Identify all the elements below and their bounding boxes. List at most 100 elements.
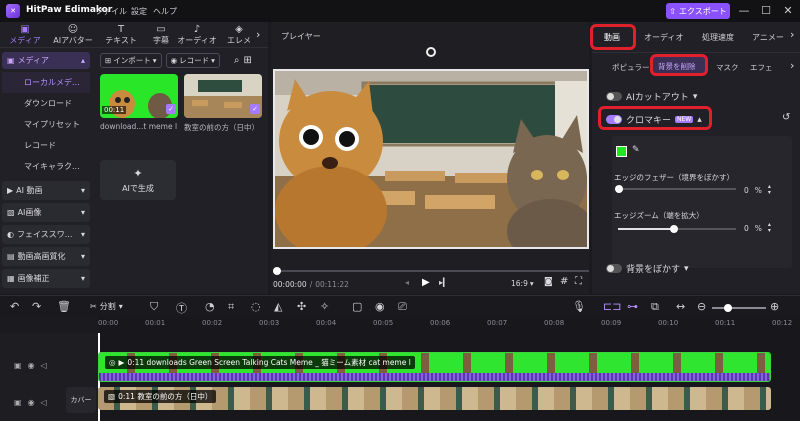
screen-record-icon[interactable]: ⎚ <box>398 300 407 314</box>
sidebar-item-download[interactable]: ダウンロード <box>2 93 90 114</box>
split-button[interactable]: ✂ 分割 ▾ <box>90 301 123 312</box>
video-preview[interactable] <box>273 69 589 249</box>
sidebar-group-media[interactable]: ▣ メディア ▴ <box>2 52 90 69</box>
tab-ai-avatar[interactable]: ☺ AIアバター <box>50 24 96 46</box>
chroma-color-swatch[interactable] <box>616 146 627 157</box>
import-button[interactable]: ⊞ インポート ▾ <box>100 52 162 68</box>
clip-green-screen[interactable]: ◎ ▶ 0:11 downloads Green Screen Talking … <box>98 352 771 382</box>
close-icon[interactable]: ✕ <box>780 3 796 19</box>
delete-icon[interactable]: 🗑 <box>57 300 71 313</box>
subtab-popular[interactable]: ポピュラー <box>612 62 650 73</box>
fullscreen-icon[interactable]: ⛶ <box>575 276 582 287</box>
ai-generate-button[interactable]: ✦ AIで生成 <box>100 160 176 200</box>
blur-bg-row[interactable]: 背景をぼかす ▾ <box>606 262 689 275</box>
export-button[interactable]: ⇧ エクスポート <box>666 3 730 19</box>
redo-icon[interactable]: ↷ <box>32 300 41 313</box>
magic-icon[interactable]: ✧ <box>320 300 329 313</box>
grid-view-icon[interactable]: ⊞ <box>243 55 251 66</box>
menu-help[interactable]: ヘルプ <box>153 6 177 17</box>
aspect-ratio-select[interactable]: 16:9 ▾ <box>511 279 534 288</box>
face-icon[interactable]: ◉ <box>375 300 385 313</box>
volume-icon[interactable]: ◁ <box>41 361 47 370</box>
fit-icon[interactable]: ↔ <box>676 300 685 313</box>
tab-video[interactable]: 動画 <box>604 32 620 43</box>
speed-icon[interactable]: ◔ <box>205 300 215 313</box>
sidebar-group-ai-video[interactable]: ▶ AI 動画 ▾ <box>2 181 90 200</box>
minimize-icon[interactable]: — <box>736 3 752 19</box>
search-icon[interactable]: ⌕ <box>234 55 240 66</box>
tab-audio[interactable]: オーディオ <box>644 32 683 43</box>
eye-icon[interactable]: ◉ <box>28 361 35 370</box>
ai-cutout-toggle[interactable] <box>606 92 622 101</box>
sidebar-item-my-preset[interactable]: マイプリセット <box>2 114 90 135</box>
track-split-icon[interactable]: ⧉ <box>651 300 659 314</box>
chroma-key-row[interactable]: クロマキー NEW ▴ <box>606 113 702 126</box>
sidebar-group-ai-image[interactable]: ▧ AI画像 ▾ <box>2 203 90 222</box>
zoom-out-icon[interactable]: ⊖ <box>697 300 706 313</box>
ai-cutout-row[interactable]: AIカットアウト ▾ <box>606 90 697 103</box>
feather-value[interactable]: 0 % ▴ ▾ <box>744 184 771 196</box>
timeline-ruler[interactable]: 00:00 00:01 00:02 00:03 00:04 00:05 00:0… <box>98 317 800 333</box>
progress-track[interactable] <box>273 267 589 275</box>
mirror-icon[interactable]: ◭ <box>274 300 282 313</box>
timeline-zoom-knob[interactable] <box>724 304 732 312</box>
next-frame-icon[interactable]: ▸▎ <box>439 278 449 287</box>
subtab-remove-bg[interactable]: 背景を削除 <box>658 61 696 72</box>
media-item-green-screen[interactable]: 00:11 ✓ <box>100 74 178 118</box>
clip-classroom[interactable]: ▧ 0:11 教室の前の方（日中） <box>98 387 771 410</box>
subtab-mask[interactable]: マスク <box>716 62 739 73</box>
link-icon[interactable]: ⊏⊐ <box>603 300 621 313</box>
eye-icon[interactable]: ◉ <box>28 398 35 407</box>
sidebar-item-my-character[interactable]: マイキャラク... <box>2 156 90 177</box>
reset-icon[interactable]: ↺ <box>782 112 790 123</box>
prev-frame-icon[interactable]: ◂ <box>405 278 409 287</box>
freeze-icon[interactable]: ◌ <box>251 300 261 313</box>
rotate-handle-icon[interactable] <box>426 47 436 57</box>
volume-icon[interactable]: ◁ <box>41 398 47 407</box>
feather-slider-knob[interactable] <box>615 185 623 193</box>
caption-icon[interactable]: ▢ <box>352 300 362 313</box>
grid-icon[interactable]: # <box>560 276 568 287</box>
sidebar-item-local-media[interactable]: ローカルメデ... <box>2 72 90 93</box>
zoom-in-icon[interactable]: ⊕ <box>770 300 779 313</box>
chevron-right-icon[interactable]: › <box>256 28 260 41</box>
lock-icon[interactable]: ▣ <box>14 361 22 370</box>
feather-slider[interactable] <box>615 185 736 193</box>
microphone-icon[interactable]: 🎙 <box>572 300 586 313</box>
tab-audio[interactable]: ♪ オーディオ <box>174 24 220 46</box>
record-button[interactable]: ◉ レコード ▾ <box>165 52 220 68</box>
snapshot-icon[interactable]: ◙ <box>544 277 553 287</box>
blur-bg-toggle[interactable] <box>606 264 622 273</box>
tab-speed[interactable]: 処理速度 <box>702 32 734 43</box>
sidebar-group-image-fix[interactable]: ▦ 画像補正 ▾ <box>2 269 90 288</box>
maximize-icon[interactable]: ☐ <box>758 3 774 19</box>
undo-icon[interactable]: ↶ <box>10 300 19 313</box>
tab-media[interactable]: ▣ メディア <box>2 24 48 46</box>
menu-file[interactable]: ファイル <box>95 6 127 17</box>
eyedropper-icon[interactable]: ✎ <box>632 145 640 155</box>
play-icon[interactable]: ▶ <box>422 277 430 288</box>
zoom-value[interactable]: 0 % ▴ ▾ <box>744 222 771 234</box>
zoom-slider-knob[interactable] <box>670 225 678 233</box>
adjust-icon[interactable]: ✣ <box>297 300 306 313</box>
chroma-key-toggle[interactable] <box>606 115 622 124</box>
subtab-effect[interactable]: エフェ <box>750 62 773 73</box>
media-item-classroom[interactable]: ✓ <box>184 74 262 118</box>
chevron-right-icon[interactable]: › <box>790 28 794 41</box>
shield-icon[interactable]: ⛉ <box>150 300 158 314</box>
stepper-icon[interactable]: ▴ ▾ <box>768 222 771 234</box>
tab-element[interactable]: ◈ エレメ <box>222 24 256 46</box>
menu-settings[interactable]: 設定 <box>131 6 147 17</box>
tab-animation[interactable]: アニメー <box>752 32 784 43</box>
lock-icon[interactable]: ▣ <box>14 398 22 407</box>
crop-icon[interactable]: ⌗ <box>228 300 234 314</box>
text-add-icon[interactable]: Ⓣ <box>176 300 187 316</box>
sidebar-item-record[interactable]: レコード <box>2 135 90 156</box>
progress-handle[interactable] <box>273 267 281 275</box>
magnet-icon[interactable]: ⊶ <box>627 300 638 313</box>
zoom-slider[interactable] <box>618 225 736 233</box>
timeline-zoom-slider[interactable] <box>712 304 766 312</box>
cover-button[interactable]: カバー <box>66 387 96 413</box>
sidebar-group-video-enhance[interactable]: ▤ 動画高画質化 ▾ <box>2 247 90 266</box>
chevron-right-icon[interactable]: › <box>790 59 794 72</box>
